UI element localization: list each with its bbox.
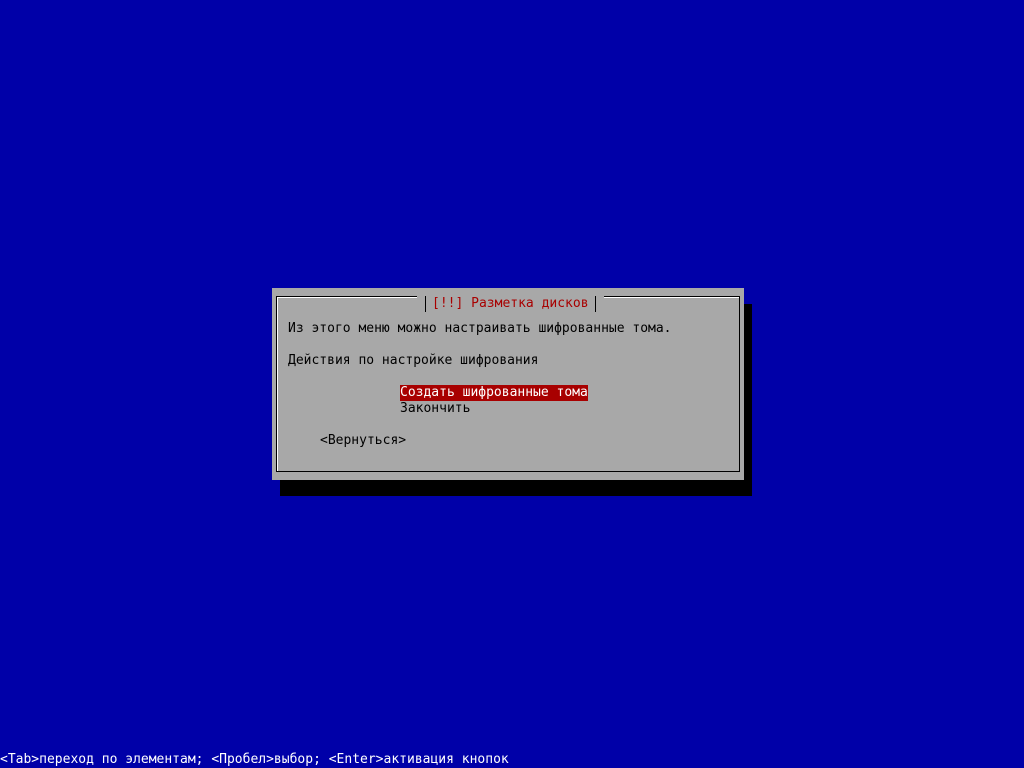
title-left-edge	[425, 296, 426, 312]
encryption-actions-prompt: Действия по настройке шифрования	[288, 353, 539, 368]
dialog-title: [!!] Разметка дисков	[417, 296, 604, 312]
partition-disks-dialog: [!!] Разметка дисков Из этого меню можно…	[272, 288, 744, 480]
keyboard-help-line: <Tab>переход по элементам; <Пробел>выбор…	[0, 752, 509, 767]
dialog-title-text: [!!] Разметка дисков	[432, 296, 589, 311]
dialog-description: Из этого меню можно настраивать шифрован…	[288, 321, 672, 336]
installer-screen: [!!] Разметка дисков Из этого меню можно…	[0, 0, 1024, 768]
menu-item-finish[interactable]: Закончить	[400, 401, 470, 417]
go-back-button[interactable]: <Вернуться>	[320, 433, 406, 449]
title-right-edge	[594, 296, 596, 312]
menu-item-create-encrypted-volumes[interactable]: Создать шифрованные тома	[400, 385, 588, 401]
